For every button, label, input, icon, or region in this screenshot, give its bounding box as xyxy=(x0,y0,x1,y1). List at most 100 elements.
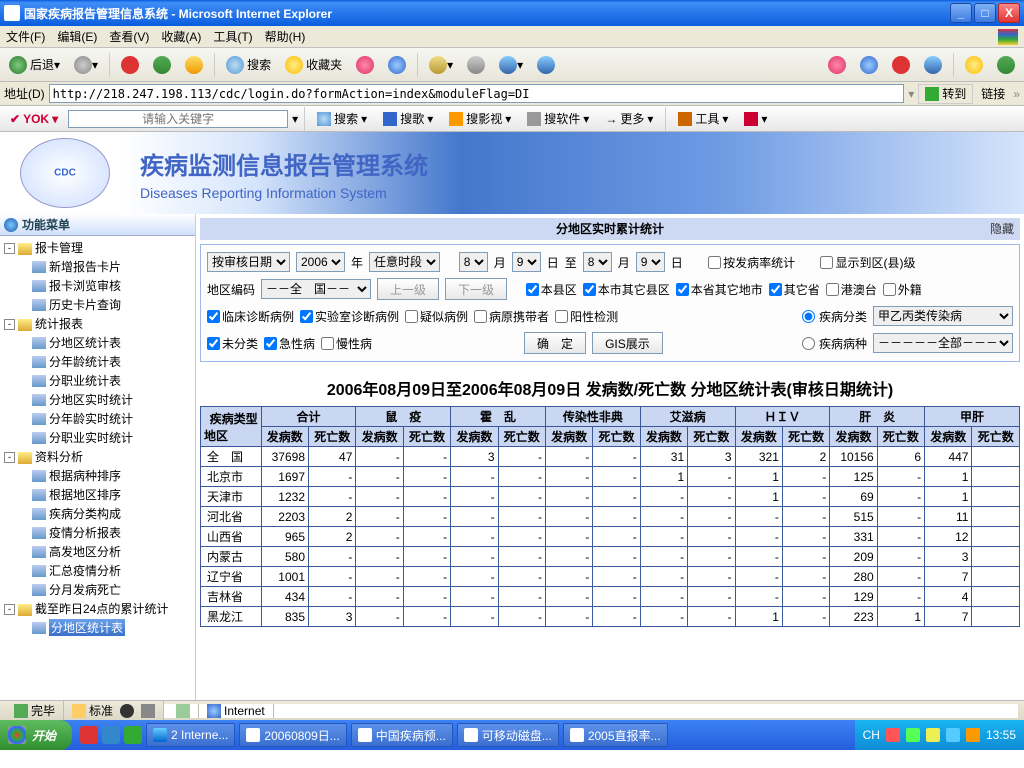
down-level-button[interactable]: 下一级 xyxy=(445,278,507,300)
misc-button[interactable] xyxy=(532,52,560,78)
disease-class-radio[interactable]: 疾病分类 xyxy=(802,308,867,325)
yok-tools-btn[interactable]: 工具 ▾ xyxy=(672,109,734,129)
case-carrier[interactable]: 病原携带者 xyxy=(474,308,549,325)
scope-other-prov[interactable]: 其它省 xyxy=(769,281,820,298)
course-chronic[interactable]: 慢性病 xyxy=(321,335,372,352)
quicklaunch-icon[interactable] xyxy=(102,726,120,744)
case-clinical[interactable]: 临床诊断病例 xyxy=(207,308,294,325)
quicklaunch-icon[interactable] xyxy=(124,726,142,744)
media-button[interactable] xyxy=(351,52,379,78)
taskbar-item[interactable]: 可移动磁盘... xyxy=(457,723,559,747)
yok-video-btn[interactable]: 搜影视 ▾ xyxy=(443,109,517,129)
links-label[interactable]: 链接 xyxy=(981,85,1005,102)
minimize-button[interactable]: _ xyxy=(950,3,972,23)
tray-icon[interactable] xyxy=(906,728,920,742)
taskbar-item[interactable]: 中国疾病预... xyxy=(351,723,453,747)
tree-group-label[interactable]: 统计报表 xyxy=(35,317,83,331)
menu-file[interactable]: 文件(F) xyxy=(6,28,45,45)
confirm-button[interactable]: 确 定 xyxy=(524,332,586,354)
address-input[interactable] xyxy=(49,84,905,103)
case-lab[interactable]: 实验室诊断病例 xyxy=(300,308,399,325)
hide-button[interactable]: 隐藏 xyxy=(990,218,1014,240)
scope-city-other[interactable]: 本市其它县区 xyxy=(583,281,670,298)
tree-leaf[interactable]: 新增报告卡片 xyxy=(0,257,195,276)
tree-leaf[interactable]: 分地区统计表 xyxy=(0,333,195,352)
start-button[interactable]: 开始 xyxy=(0,720,72,750)
tree-leaf[interactable]: 分地区统计表 xyxy=(0,618,195,637)
ext-icon-2[interactable] xyxy=(855,52,883,78)
refresh-button[interactable] xyxy=(148,52,176,78)
to-day-select[interactable]: 9 xyxy=(636,252,665,272)
menu-edit[interactable]: 编辑(E) xyxy=(57,28,97,45)
search-button[interactable]: 搜索 xyxy=(221,52,276,78)
from-month-select[interactable]: 8 xyxy=(459,252,488,272)
disease-kind-radio[interactable]: 疾病病种 xyxy=(802,335,867,352)
home-button[interactable] xyxy=(180,52,208,78)
tree-leaf[interactable]: 分年龄实时统计 xyxy=(0,409,195,428)
edit-button[interactable]: ▾ xyxy=(494,52,528,78)
yok-search-btn[interactable]: 搜索 ▾ xyxy=(311,109,373,129)
tree-leaf[interactable]: 根据病种排序 xyxy=(0,466,195,485)
taskbar-item[interactable]: 2005直报率... xyxy=(563,723,668,747)
ext-icon-1[interactable] xyxy=(823,52,851,78)
tree-leaf[interactable]: 历史卡片查询 xyxy=(0,295,195,314)
to-month-select[interactable]: 8 xyxy=(583,252,612,272)
menu-view[interactable]: 查看(V) xyxy=(109,28,149,45)
language-indicator[interactable]: CH xyxy=(863,728,880,742)
yok-search-input[interactable] xyxy=(68,110,288,128)
tree-leaf[interactable]: 疾病分类构成 xyxy=(0,504,195,523)
tree-toggle-icon[interactable]: - xyxy=(4,243,15,254)
menu-tools[interactable]: 工具(T) xyxy=(213,28,252,45)
case-suspect[interactable]: 疑似病例 xyxy=(405,308,468,325)
show-county-checkbox[interactable]: 显示到区(县)级 xyxy=(820,254,915,271)
taskbar-item[interactable]: 20060809日... xyxy=(239,723,346,747)
tree-toggle-icon[interactable]: - xyxy=(4,604,15,615)
date-basis-select[interactable]: 按审核日期 xyxy=(207,252,290,272)
go-button[interactable]: 转到 xyxy=(918,84,973,104)
yok-more-btn[interactable]: → 更多 ▾ xyxy=(599,109,659,129)
ext-icon-6[interactable] xyxy=(992,52,1020,78)
tray-icon[interactable] xyxy=(946,728,960,742)
scope-own-county[interactable]: 本县区 xyxy=(526,281,577,298)
tree-leaf[interactable]: 根据地区排序 xyxy=(0,485,195,504)
tree-leaf[interactable]: 分职业统计表 xyxy=(0,371,195,390)
yok-music-btn[interactable]: 搜歌 ▾ xyxy=(377,109,439,129)
up-level-button[interactable]: 上一级 xyxy=(377,278,439,300)
scope-foreign[interactable]: 外籍 xyxy=(883,281,922,298)
tree-toggle-icon[interactable]: - xyxy=(4,319,15,330)
gis-button[interactable]: GIS展示 xyxy=(592,332,663,354)
stop-button[interactable] xyxy=(116,52,144,78)
ext-icon-4[interactable] xyxy=(919,52,947,78)
back-button[interactable]: 后退 ▾ xyxy=(4,52,65,78)
mail-button[interactable]: ▾ xyxy=(424,52,458,78)
tree-leaf[interactable]: 汇总疫情分析 xyxy=(0,561,195,580)
case-positive[interactable]: 阳性检测 xyxy=(555,308,618,325)
taskbar-item[interactable]: 2 Interne... xyxy=(146,723,235,747)
tree-leaf[interactable]: 报卡浏览审核 xyxy=(0,276,195,295)
yok-brand[interactable]: ✔ YOK ▾ xyxy=(4,109,64,129)
yok-soft-btn[interactable]: 搜软件 ▾ xyxy=(521,109,595,129)
yok-ext-icon[interactable]: ▾ xyxy=(738,109,773,129)
year-select[interactable]: 2006 xyxy=(296,252,345,272)
favorites-button[interactable]: 收藏夹 xyxy=(280,52,347,78)
tree-leaf[interactable]: 分年龄统计表 xyxy=(0,352,195,371)
tray-icon[interactable] xyxy=(966,728,980,742)
forward-button[interactable]: ▾ xyxy=(69,52,103,78)
scope-prov-other[interactable]: 本省其它地市 xyxy=(676,281,763,298)
disease-class-select[interactable]: 甲乙丙类传染病 xyxy=(873,306,1013,326)
tree-leaf[interactable]: 疫情分析报表 xyxy=(0,523,195,542)
by-rate-checkbox[interactable]: 按发病率统计 xyxy=(708,254,795,271)
tray-icon[interactable] xyxy=(886,728,900,742)
tree-leaf[interactable]: 高发地区分析 xyxy=(0,542,195,561)
history-button[interactable] xyxy=(383,52,411,78)
from-day-select[interactable]: 9 xyxy=(512,252,541,272)
menu-help[interactable]: 帮助(H) xyxy=(265,28,306,45)
ext-icon-3[interactable] xyxy=(887,52,915,78)
tree-leaf[interactable]: 分职业实时统计 xyxy=(0,428,195,447)
quicklaunch-icon[interactable] xyxy=(80,726,98,744)
close-button[interactable]: X xyxy=(998,3,1020,23)
tree-leaf[interactable]: 分地区实时统计 xyxy=(0,390,195,409)
disease-kind-select[interactable]: －－－－－全部－－－－－ xyxy=(873,333,1013,353)
area-select[interactable]: －－全 国－－ xyxy=(261,279,371,299)
maximize-button[interactable]: □ xyxy=(974,3,996,23)
